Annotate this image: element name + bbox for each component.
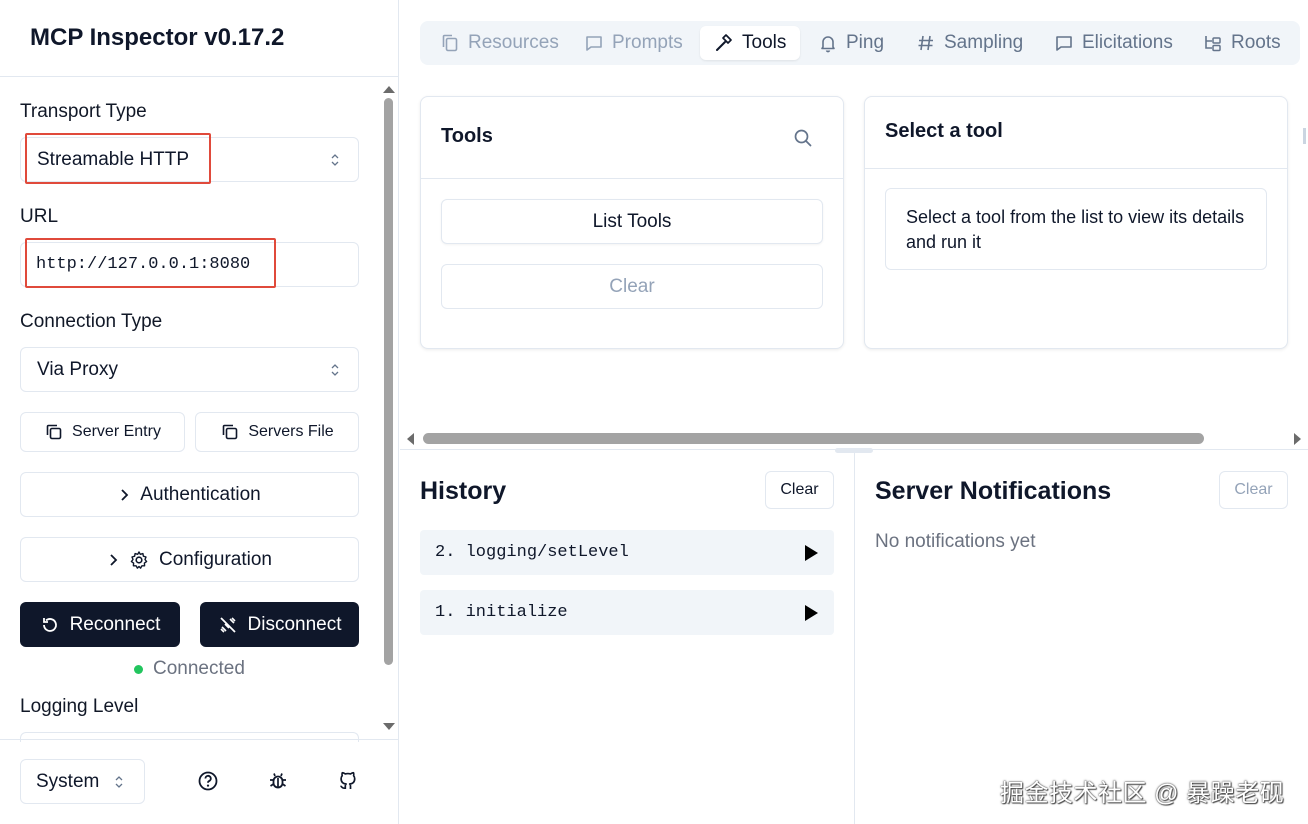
transport-type-select[interactable]: Streamable HTTP bbox=[20, 137, 359, 182]
tool-detail-title: Select a tool bbox=[885, 120, 1003, 142]
connection-status: Connected bbox=[134, 658, 245, 680]
servers-file-button[interactable]: Servers File bbox=[195, 412, 359, 452]
servers-file-label: Servers File bbox=[248, 423, 334, 440]
url-value: http://127.0.0.1:8080 bbox=[36, 255, 251, 274]
bottom-panel-divider bbox=[854, 450, 855, 824]
sidebar-header-divider bbox=[0, 76, 399, 77]
tab-elicitations[interactable]: Elicitations bbox=[1054, 26, 1173, 60]
tab-ping-label: Ping bbox=[846, 32, 885, 53]
authentication-label: Authentication bbox=[140, 483, 261, 505]
help-circle-icon[interactable] bbox=[197, 770, 219, 792]
authentication-toggle[interactable]: Authentication bbox=[20, 472, 359, 517]
transport-type-value: Streamable HTTP bbox=[37, 148, 190, 170]
tools-card: Tools List Tools Clear bbox=[420, 96, 844, 349]
horizontal-scroll-thumb[interactable] bbox=[423, 433, 1204, 444]
history-item-label: 1. initialize bbox=[435, 603, 568, 622]
tab-resources[interactable]: Resources bbox=[440, 26, 559, 60]
url-label: URL bbox=[20, 206, 59, 227]
copy-icon bbox=[46, 424, 62, 440]
tab-sampling-label: Sampling bbox=[944, 32, 1024, 53]
sidebar-footer-divider bbox=[0, 739, 399, 740]
connection-type-label: Connection Type bbox=[20, 311, 163, 332]
tab-roots[interactable]: Roots bbox=[1203, 26, 1281, 60]
file-copy-icon bbox=[442, 34, 458, 52]
tools-card-divider bbox=[421, 178, 843, 179]
folder-tree-icon bbox=[1205, 36, 1221, 52]
tab-tools[interactable]: Tools bbox=[700, 26, 801, 60]
connection-status-text: Connected bbox=[153, 658, 245, 679]
message-square-icon bbox=[586, 36, 602, 51]
hash-icon bbox=[918, 35, 933, 51]
copy-icon bbox=[223, 424, 238, 440]
tool-detail-card: Select a tool Select a tool from the lis… bbox=[864, 96, 1288, 349]
connection-type-select[interactable]: Via Proxy bbox=[20, 347, 359, 392]
gear-icon bbox=[130, 550, 148, 569]
tab-elicitations-label: Elicitations bbox=[1082, 32, 1173, 53]
bell-icon bbox=[821, 36, 835, 53]
app-root: MCP Inspector v0.17.2 Transport Type Str… bbox=[0, 0, 1308, 824]
connection-type-value: Via Proxy bbox=[37, 358, 118, 380]
clear-tools-button[interactable]: Clear bbox=[441, 264, 823, 309]
notifications-title: Server Notifications bbox=[875, 477, 1112, 505]
tab-sampling[interactable]: Sampling bbox=[916, 26, 1023, 60]
logging-level-select[interactable] bbox=[20, 732, 359, 742]
scroll-down-arrow-icon[interactable] bbox=[383, 723, 395, 730]
history-title: History bbox=[420, 477, 507, 505]
main-tabs: Resources Prompts Tools Ping Sampling El… bbox=[420, 21, 1300, 65]
expand-triangle-icon[interactable] bbox=[805, 605, 818, 621]
history-item[interactable]: 1. initialize bbox=[420, 590, 834, 635]
theme-select[interactable]: System bbox=[20, 759, 145, 804]
scroll-left-arrow-icon[interactable] bbox=[407, 433, 414, 445]
history-item-label: 2. logging/setLevel bbox=[435, 543, 629, 562]
tab-tools-label: Tools bbox=[742, 32, 787, 53]
search-icon[interactable] bbox=[793, 128, 813, 148]
panel-resize-edge bbox=[1303, 128, 1306, 144]
app-title: MCP Inspector v0.17.2 bbox=[30, 24, 285, 51]
reconnect-label: Reconnect bbox=[69, 613, 161, 635]
server-entry-button[interactable]: Server Entry bbox=[20, 412, 185, 452]
list-tools-button[interactable]: List Tools bbox=[441, 199, 823, 244]
chevron-right-icon bbox=[121, 488, 129, 501]
message-square-icon bbox=[1056, 36, 1072, 51]
tab-resources-label: Resources bbox=[468, 32, 559, 53]
url-input[interactable]: http://127.0.0.1:8080 bbox=[20, 242, 359, 287]
tab-prompts-label: Prompts bbox=[612, 32, 683, 53]
reconnect-button[interactable]: Reconnect bbox=[20, 602, 180, 647]
rotate-ccw-icon bbox=[42, 617, 57, 632]
tab-prompts[interactable]: Prompts bbox=[584, 26, 683, 60]
clear-history-button[interactable]: Clear bbox=[765, 471, 834, 509]
chevron-right-icon bbox=[110, 553, 118, 566]
notifications-empty-text: No notifications yet bbox=[875, 531, 1036, 552]
github-icon[interactable] bbox=[337, 770, 359, 792]
watermark-text: 掘金技术社区 @ 暴躁老砚 bbox=[1000, 780, 1285, 807]
chevron-up-down-icon bbox=[331, 364, 339, 376]
bug-icon[interactable] bbox=[267, 770, 289, 792]
tool-detail-message: Select a tool from the list to view its … bbox=[885, 188, 1267, 270]
disconnect-button[interactable]: Disconnect bbox=[200, 602, 359, 647]
tool-detail-divider bbox=[865, 168, 1287, 169]
logging-level-label: Logging Level bbox=[20, 696, 139, 717]
unplug-icon bbox=[219, 616, 236, 633]
tab-roots-label: Roots bbox=[1231, 32, 1281, 53]
tools-card-title: Tools bbox=[441, 125, 493, 147]
scroll-right-arrow-icon[interactable] bbox=[1294, 433, 1301, 445]
disconnect-label: Disconnect bbox=[247, 613, 342, 635]
theme-value: System bbox=[36, 770, 100, 792]
scroll-up-arrow-icon[interactable] bbox=[383, 86, 395, 93]
server-entry-label: Server Entry bbox=[72, 423, 161, 440]
clear-notifications-button[interactable]: Clear bbox=[1219, 471, 1288, 509]
tab-ping[interactable]: Ping bbox=[818, 26, 884, 60]
hammer-icon bbox=[716, 34, 732, 51]
history-item[interactable]: 2. logging/setLevel bbox=[420, 530, 834, 575]
chevron-up-down-icon bbox=[115, 776, 123, 788]
sidebar: MCP Inspector v0.17.2 Transport Type Str… bbox=[0, 0, 399, 824]
expand-triangle-icon[interactable] bbox=[805, 545, 818, 561]
chevron-up-down-icon bbox=[331, 154, 339, 166]
configuration-label: Configuration bbox=[158, 548, 273, 570]
sidebar-scroll-thumb[interactable] bbox=[384, 98, 393, 665]
transport-type-label: Transport Type bbox=[20, 101, 147, 122]
configuration-toggle[interactable]: Configuration bbox=[20, 537, 359, 582]
status-dot-icon bbox=[134, 664, 143, 674]
